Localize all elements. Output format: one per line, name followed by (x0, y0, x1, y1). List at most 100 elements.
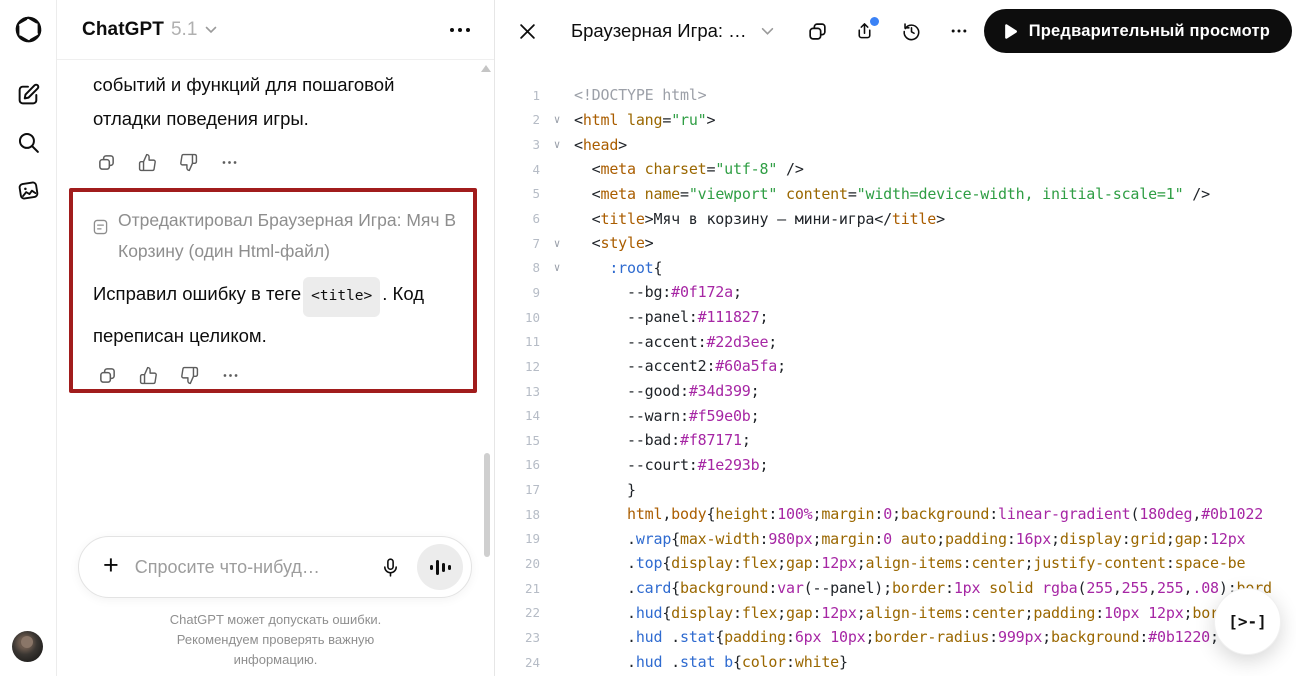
line-number: 1 (495, 88, 540, 103)
code-lines: 1<!DOCTYPE html>2∨<html lang="ru">3∨<hea… (495, 83, 1296, 674)
code-line: 1 <!DOCTYPE html> (495, 83, 1296, 108)
code-text: html,body{height:100%;margin:0;backgroun… (574, 505, 1263, 523)
code-text: .hud .stat{padding:6px 10px;border-radiu… (574, 628, 1263, 646)
code-line: 13 --good:#34d399; (495, 379, 1296, 404)
line-number: 20 (495, 556, 540, 571)
code-text: <head> (574, 136, 627, 154)
line-number: 18 (495, 507, 540, 522)
code-line: 10 --panel:#111827; (495, 305, 1296, 330)
code-text: --accent2:#60a5fa; (574, 357, 786, 375)
microphone-icon[interactable] (375, 552, 405, 582)
code-line: 12 --accent2:#60a5fa; (495, 354, 1296, 379)
line-number: 21 (495, 581, 540, 596)
code-editor[interactable]: 1<!DOCTYPE html>2∨<html lang="ru">3∨<hea… (495, 62, 1296, 676)
more-options-icon[interactable] (219, 152, 239, 172)
document-icon (93, 219, 108, 267)
code-line: 21 .card{background:var(--panel);border:… (495, 576, 1296, 601)
code-text: <!DOCTYPE html> (574, 86, 706, 104)
share-icon[interactable] (853, 19, 877, 43)
code-text: <meta charset="utf-8" /> (574, 160, 804, 178)
model-name[interactable]: ChatGPT (82, 19, 164, 41)
attach-plus-button[interactable]: + (103, 552, 119, 579)
assistant-message-text: событий и функций для пошаговой отладки … (93, 68, 438, 136)
close-icon[interactable] (513, 17, 541, 45)
line-number: 2 (495, 112, 540, 127)
thumbs-up-icon[interactable] (138, 365, 158, 385)
composer: + (78, 536, 472, 598)
canvas-card-body: Исправил ошибку в теге<title>. Код переп… (93, 275, 459, 354)
voice-mode-button[interactable] (417, 544, 463, 590)
search-icon[interactable] (13, 127, 43, 157)
scroll-up-arrow[interactable] (481, 65, 491, 72)
user-avatar[interactable] (12, 631, 43, 662)
chat-header: ChatGPT 5.1 (57, 0, 494, 60)
new-chat-icon[interactable] (13, 79, 43, 109)
copy-icon[interactable] (96, 152, 116, 172)
message-input[interactable] (135, 557, 375, 578)
copy-icon[interactable] (806, 19, 830, 43)
code-text: .card{background:var(--panel);border:1px… (574, 579, 1272, 597)
openai-logo-icon[interactable] (13, 14, 43, 44)
canvas-title-dropdown[interactable]: Браузерная Игра: … (571, 20, 774, 42)
code-text: --court:#1e293b; (574, 456, 768, 474)
copy-icon[interactable] (97, 365, 117, 385)
code-text: .hud .stat b{color:white} (574, 653, 848, 671)
code-text: --accent:#22d3ee; (574, 333, 777, 351)
canvas-card-title: Отредактировал Браузерная Игра: Мяч В Ко… (118, 205, 459, 267)
chevron-down-icon[interactable] (205, 26, 217, 34)
code-line: 7∨ <style> (495, 231, 1296, 256)
thumbs-up-icon[interactable] (137, 152, 157, 172)
line-number: 16 (495, 457, 540, 472)
code-line: 20 .top{display:flex;gap:12px;align-item… (495, 551, 1296, 576)
line-number: 5 (495, 186, 540, 201)
canvas-header: Браузерная Игра: … (495, 0, 1296, 62)
code-view-toggle-button[interactable]: [>-] (1214, 588, 1281, 655)
sidebar (0, 0, 57, 676)
disclaimer-text: ChatGPT может допускать ошибки. Рекоменд… (136, 610, 416, 670)
message-actions (97, 365, 459, 385)
model-version[interactable]: 5.1 (171, 19, 197, 41)
code-line: 22 .hud{display:flex;gap:12px;align-item… (495, 600, 1296, 625)
app-window: ChatGPT 5.1 событий и функций для пошаго… (0, 0, 1296, 676)
chat-options-icon[interactable] (446, 24, 474, 36)
line-number: 3 (495, 137, 540, 152)
canvas-title: Браузерная Игра: … (571, 20, 747, 42)
line-number: 15 (495, 433, 540, 448)
code-line: 5 <meta name="viewport" content="width=d… (495, 182, 1296, 207)
line-number: 6 (495, 211, 540, 226)
code-line: 8∨ :root{ (495, 255, 1296, 280)
history-icon[interactable] (900, 19, 924, 43)
line-number: 7 (495, 236, 540, 251)
code-text: --bad:#f87171; (574, 431, 751, 449)
line-number: 11 (495, 334, 540, 349)
code-line: 2∨<html lang="ru"> (495, 108, 1296, 133)
code-line: 4 <meta charset="utf-8" /> (495, 157, 1296, 182)
code-text: .wrap{max-width:980px;margin:0 auto;padd… (574, 530, 1245, 548)
canvas-card-header[interactable]: Отредактировал Браузерная Игра: Мяч В Ко… (93, 205, 459, 267)
preview-button-label: Предварительный просмотр (1029, 22, 1270, 41)
preview-button[interactable]: Предварительный просмотр (984, 9, 1292, 53)
library-icon[interactable] (13, 175, 43, 205)
play-icon (1004, 24, 1017, 39)
thumbs-down-icon[interactable] (178, 152, 198, 172)
more-options-icon[interactable] (220, 365, 240, 385)
fold-chevron-icon[interactable]: ∨ (540, 114, 574, 125)
line-number: 4 (495, 162, 540, 177)
line-number: 8 (495, 260, 540, 275)
fold-chevron-icon[interactable]: ∨ (540, 139, 574, 150)
fold-chevron-icon[interactable]: ∨ (540, 262, 574, 273)
line-number: 19 (495, 531, 540, 546)
code-text: --panel:#111827; (574, 308, 768, 326)
code-line: 24 .hud .stat b{color:white} (495, 650, 1296, 675)
code-brackets-icon: [>-] (1228, 612, 1267, 631)
code-text: --warn:#f59e0b; (574, 407, 759, 425)
canvas-edit-card: Отредактировал Браузерная Игра: Мяч В Ко… (69, 188, 477, 393)
fold-chevron-icon[interactable]: ∨ (540, 238, 574, 249)
line-number: 22 (495, 605, 540, 620)
thumbs-down-icon[interactable] (179, 365, 199, 385)
line-number: 12 (495, 359, 540, 374)
code-text: <style> (574, 234, 654, 252)
chat-scrollbar-thumb[interactable] (484, 453, 490, 557)
code-line: 14 --warn:#f59e0b; (495, 403, 1296, 428)
canvas-more-options-icon[interactable] (947, 19, 971, 43)
